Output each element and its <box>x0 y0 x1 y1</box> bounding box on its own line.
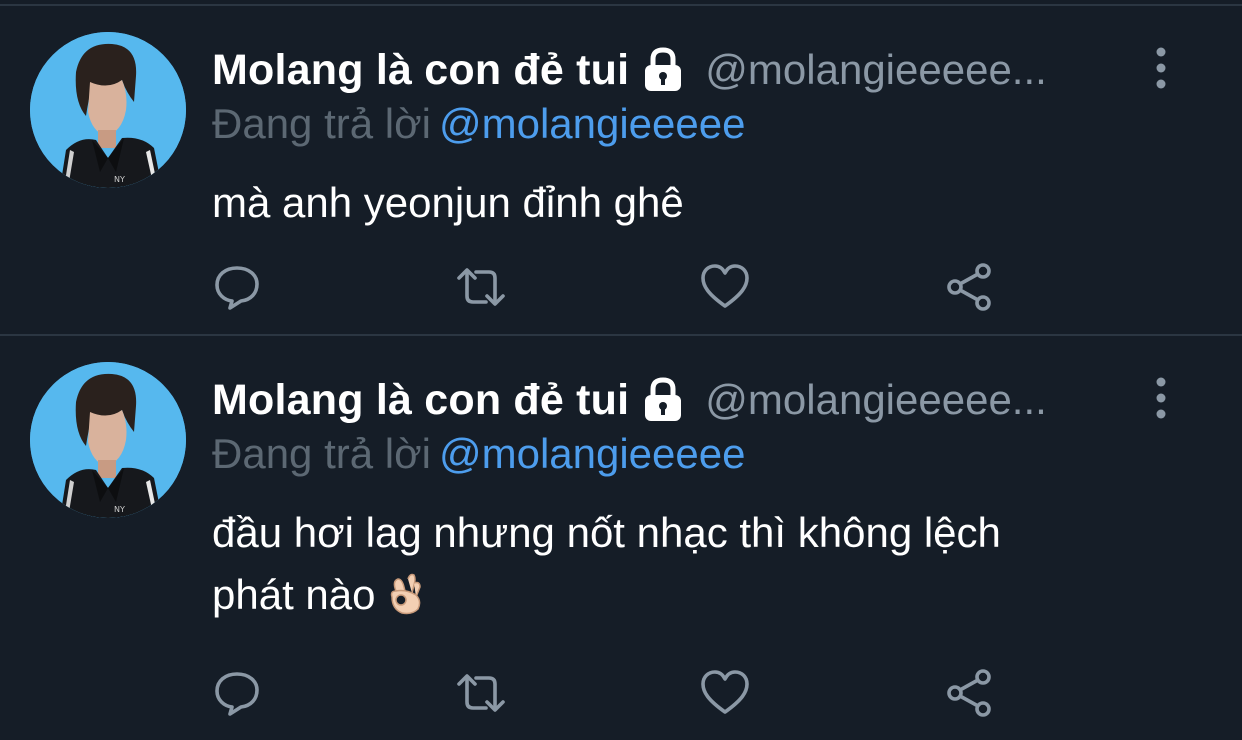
heart-icon[interactable] <box>700 262 750 312</box>
avatar[interactable]: NY <box>30 32 186 188</box>
timeline: NY Molang là con đẻ tui @molangieeeee... <box>0 0 1242 740</box>
reply-label: Đang trả lời <box>212 430 431 477</box>
svg-text:NY: NY <box>114 505 125 514</box>
tweet[interactable]: NY Molang là con đẻ tui @molangieeeee... <box>0 6 1242 334</box>
reply-to-handle[interactable]: @molangieeeee <box>439 430 746 477</box>
heart-icon[interactable] <box>700 668 750 718</box>
lock-icon <box>639 377 687 423</box>
avatar-photo: NY <box>30 362 186 518</box>
tweet-actions <box>0 256 1242 316</box>
tweet-header: Molang là con đẻ tui @molangieeeee... <box>212 372 1065 428</box>
svg-text:NY: NY <box>114 175 125 184</box>
tweet-text-line-2: phát nào <box>212 564 1212 626</box>
reply-icon[interactable] <box>212 668 262 718</box>
tweet-text-line: phát nào <box>212 571 376 618</box>
tweet[interactable]: NY Molang là con đẻ tui @molangieeeee... <box>0 336 1242 740</box>
tweet-text: đầu hơi lag nhưng nốt nhạc thì không lệc… <box>212 502 1212 626</box>
user-handle[interactable]: @molangieeeee... <box>705 376 1065 424</box>
ok-hand-emoji <box>386 570 426 615</box>
reply-to-handle[interactable]: @molangieeeee <box>439 100 746 147</box>
display-name[interactable]: Molang là con đẻ tui <box>212 46 629 95</box>
more-vertical-icon[interactable] <box>1150 376 1172 420</box>
retweet-icon[interactable] <box>456 668 506 718</box>
reply-icon[interactable] <box>212 262 262 312</box>
share-icon[interactable] <box>944 262 994 312</box>
tweet-actions <box>0 662 1242 722</box>
retweet-icon[interactable] <box>456 262 506 312</box>
reply-label: Đang trả lời <box>212 100 431 147</box>
reply-context: Đang trả lời @molangieeeee <box>212 430 745 478</box>
user-handle[interactable]: @molangieeeee... <box>705 46 1065 94</box>
avatar[interactable]: NY <box>30 362 186 518</box>
display-name[interactable]: Molang là con đẻ tui <box>212 376 629 425</box>
share-icon[interactable] <box>944 668 994 718</box>
tweet-text-line: đầu hơi lag nhưng nốt nhạc thì không lệc… <box>212 509 1001 556</box>
tweet-text: mà anh yeonjun đỉnh ghê <box>212 172 1212 234</box>
tweet-text-line: mà anh yeonjun đỉnh ghê <box>212 179 684 226</box>
lock-icon <box>639 47 687 93</box>
tweet-header: Molang là con đẻ tui @molangieeeee... <box>212 42 1065 98</box>
avatar-photo: NY <box>30 32 186 188</box>
reply-context: Đang trả lời @molangieeeee <box>212 100 745 148</box>
more-vertical-icon[interactable] <box>1150 46 1172 90</box>
